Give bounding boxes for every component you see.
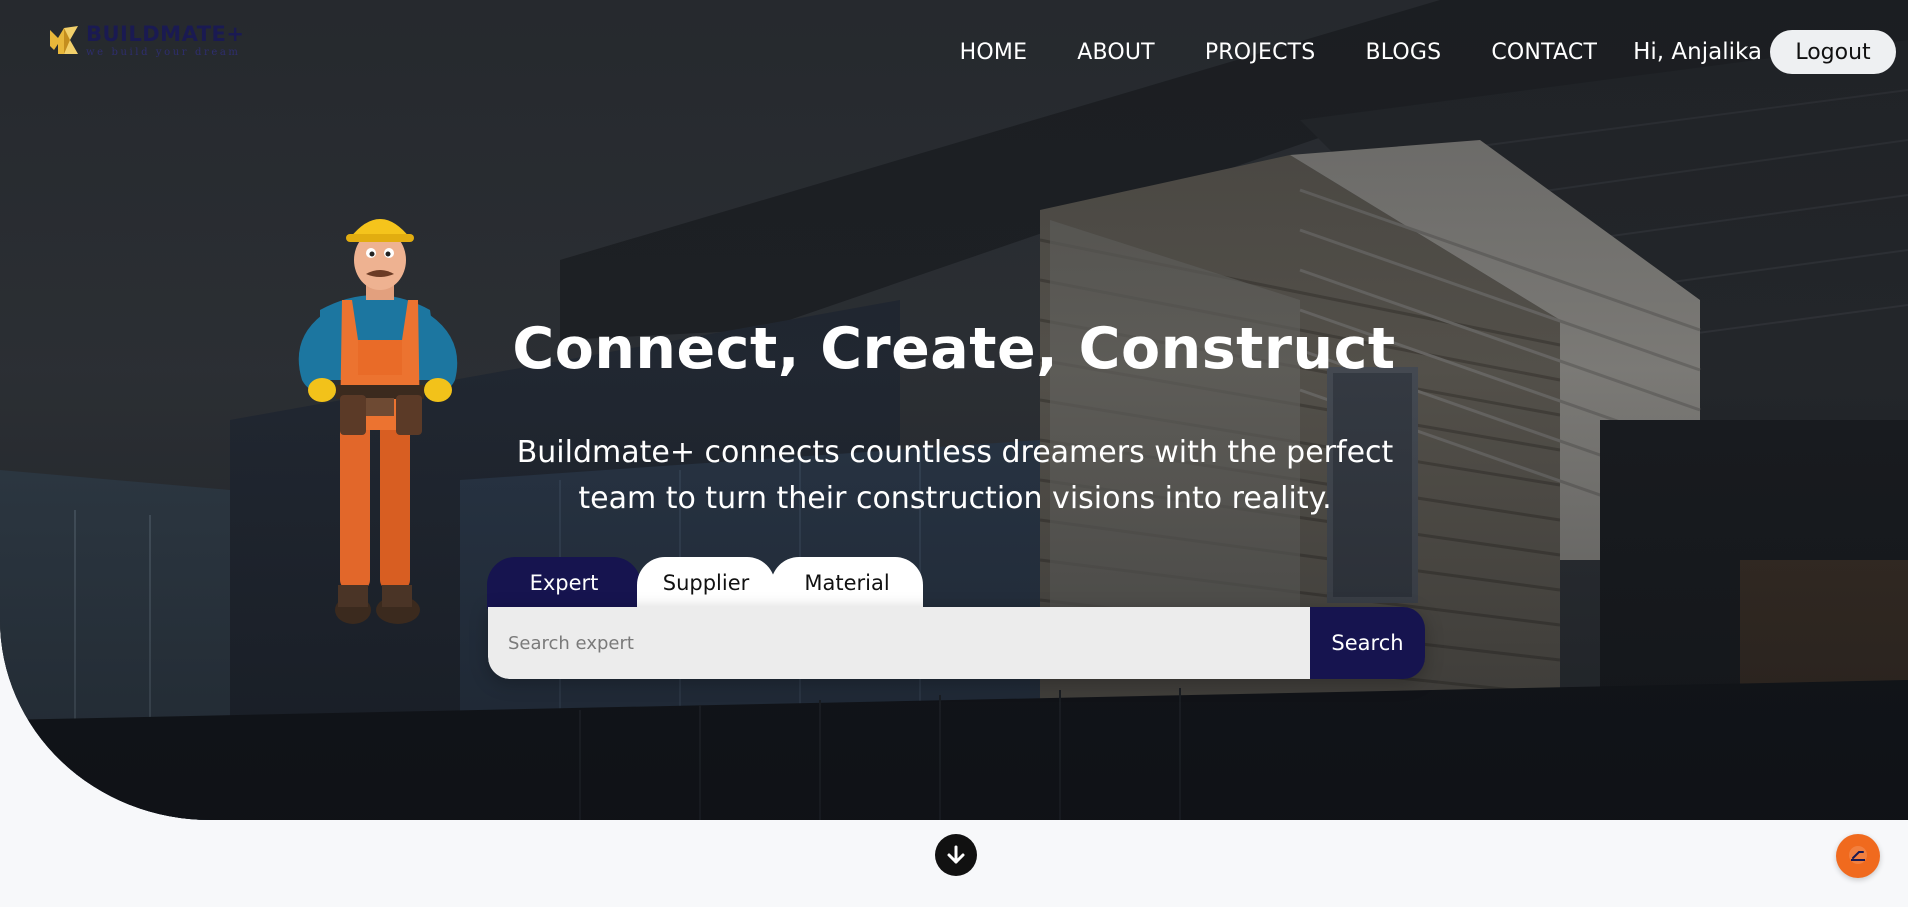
hero-subtitle-line1: Buildmate+ connects countless dreamers w… — [516, 435, 1394, 470]
chat-bubble-icon — [1849, 846, 1867, 864]
nav-about[interactable]: ABOUT — [1077, 40, 1155, 65]
search-bar: Search — [488, 607, 1425, 679]
hero-subtitle-line2: team to turn their construction visions … — [578, 481, 1332, 516]
nav-projects[interactable]: PROJECTS — [1205, 40, 1316, 65]
nav-home[interactable]: HOME — [960, 40, 1028, 65]
brand-tagline: we build your dream — [86, 47, 241, 58]
brand-name: BUILDMATE+ — [86, 22, 245, 46]
construction-worker-illustration — [298, 219, 458, 624]
tab-supplier[interactable]: Supplier — [637, 557, 775, 609]
user-greeting: Hi, Anjalika — [1633, 39, 1762, 65]
tab-material[interactable]: Material — [771, 557, 923, 609]
page-title-text: Connect, Create, Construct — [512, 316, 1396, 382]
page-title: Connect, Create, Construct — [0, 316, 1908, 382]
hero-subtitle: Buildmate+ connects countless dreamers w… — [480, 430, 1430, 522]
buildmate-logo-icon — [50, 26, 78, 54]
tab-expert[interactable]: Expert — [487, 557, 641, 609]
scroll-down-button[interactable] — [935, 834, 977, 876]
search-input[interactable] — [488, 607, 1310, 679]
arrow-down-circle-icon — [947, 845, 965, 864]
nav-blogs[interactable]: BLOGS — [1365, 40, 1441, 65]
logout-button[interactable]: Logout — [1770, 30, 1896, 74]
main-nav: HOME ABOUT PROJECTS BLOGS CONTACT Hi, An… — [960, 30, 1908, 74]
search-tabs: Expert Supplier Material — [487, 557, 923, 609]
brand-logo[interactable]: BUILDMATE+ we build your dream — [48, 24, 244, 58]
nav-contact[interactable]: CONTACT — [1491, 40, 1597, 65]
hero-section: BUILDMATE+ we build your dream HOME ABOU… — [0, 0, 1908, 820]
chat-widget-button[interactable] — [1836, 834, 1880, 878]
search-button[interactable]: Search — [1310, 607, 1425, 679]
